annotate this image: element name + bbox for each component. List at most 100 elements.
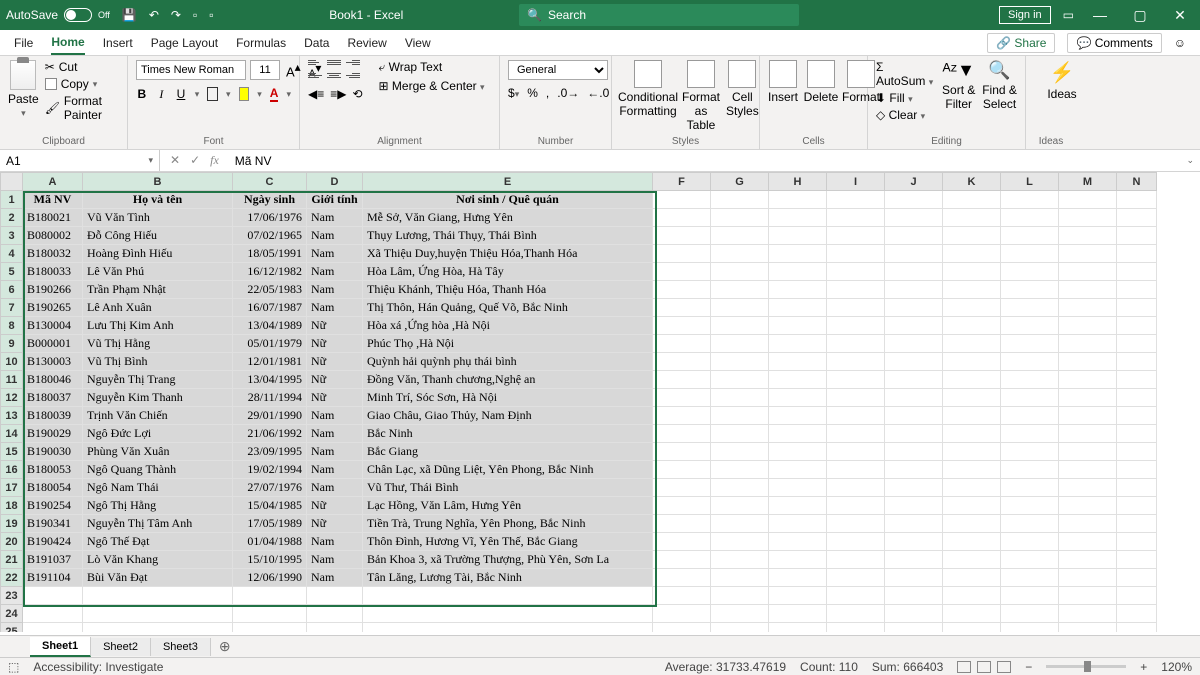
cell[interactable] bbox=[769, 623, 827, 633]
cell[interactable]: 12/01/1981 bbox=[233, 353, 307, 371]
column-header[interactable]: L bbox=[1001, 173, 1059, 191]
decrease-indent-button[interactable]: ◀≡ bbox=[308, 87, 324, 101]
cell[interactable] bbox=[827, 551, 885, 569]
cell[interactable] bbox=[943, 299, 1001, 317]
cell[interactable]: Nữ bbox=[307, 515, 363, 533]
cell[interactable] bbox=[769, 515, 827, 533]
cell[interactable] bbox=[1117, 461, 1157, 479]
cell[interactable] bbox=[653, 551, 711, 569]
cell[interactable]: Nam bbox=[307, 407, 363, 425]
enter-formula-icon[interactable]: ✓ bbox=[190, 153, 200, 168]
cell[interactable]: Lê Văn Phú bbox=[83, 263, 233, 281]
cell[interactable] bbox=[653, 569, 711, 587]
cell[interactable]: Nữ bbox=[307, 497, 363, 515]
cell[interactable] bbox=[653, 209, 711, 227]
cell[interactable] bbox=[769, 245, 827, 263]
cell[interactable] bbox=[653, 587, 711, 605]
cell[interactable] bbox=[711, 263, 769, 281]
name-box[interactable]: A1▾ bbox=[0, 150, 160, 171]
cell[interactable]: B190266 bbox=[23, 281, 83, 299]
cell[interactable]: Tân Lăng, Lương Tài, Bắc Ninh bbox=[363, 569, 653, 587]
wrap-text-button[interactable]: ⤶ Wrap Text bbox=[379, 60, 485, 75]
cell[interactable]: 21/06/1992 bbox=[233, 425, 307, 443]
cell[interactable]: Vũ Thị Hằng bbox=[83, 335, 233, 353]
cell[interactable] bbox=[943, 245, 1001, 263]
cell[interactable] bbox=[1117, 533, 1157, 551]
cell[interactable] bbox=[711, 551, 769, 569]
cell[interactable] bbox=[711, 299, 769, 317]
find-select-button[interactable]: 🔍Find & Select bbox=[982, 60, 1017, 111]
decrease-decimal-button[interactable]: ←.0 bbox=[587, 86, 609, 100]
cell[interactable] bbox=[711, 191, 769, 209]
cell[interactable] bbox=[1059, 479, 1117, 497]
cell[interactable] bbox=[1117, 569, 1157, 587]
cell[interactable]: Nam bbox=[307, 245, 363, 263]
cell[interactable] bbox=[1059, 497, 1117, 515]
cell[interactable] bbox=[1117, 335, 1157, 353]
cell[interactable] bbox=[711, 461, 769, 479]
cell[interactable] bbox=[1117, 497, 1157, 515]
formula-bar[interactable]: Mã NV bbox=[229, 154, 1181, 168]
cell[interactable]: Nữ bbox=[307, 371, 363, 389]
format-painter-button[interactable]: 🖌Format Painter bbox=[45, 94, 119, 122]
column-header[interactable]: K bbox=[943, 173, 1001, 191]
paste-button[interactable]: Paste▾ bbox=[8, 60, 39, 119]
cell[interactable] bbox=[1059, 587, 1117, 605]
cell[interactable] bbox=[769, 587, 827, 605]
percent-button[interactable]: % bbox=[527, 86, 538, 100]
cell[interactable] bbox=[1001, 263, 1059, 281]
cell[interactable]: Hòa xá ,Ứng hòa ,Hà Nội bbox=[363, 317, 653, 335]
cell[interactable]: Lò Văn Khang bbox=[83, 551, 233, 569]
cell[interactable]: Mễ Sở, Văn Giang, Hưng Yên bbox=[363, 209, 653, 227]
cell[interactable] bbox=[1059, 623, 1117, 633]
cell[interactable]: Nguyễn Thị Trang bbox=[83, 371, 233, 389]
redo-icon[interactable]: ↷ bbox=[171, 8, 181, 22]
cell[interactable] bbox=[1117, 317, 1157, 335]
cell[interactable]: Giới tính bbox=[307, 191, 363, 209]
cell[interactable] bbox=[769, 605, 827, 623]
cell[interactable]: Nam bbox=[307, 299, 363, 317]
fill-color-button[interactable] bbox=[239, 87, 250, 101]
cell[interactable] bbox=[769, 353, 827, 371]
save-icon[interactable]: 💾 bbox=[122, 8, 137, 22]
cell[interactable]: B180032 bbox=[23, 245, 83, 263]
cell[interactable] bbox=[653, 227, 711, 245]
cell[interactable] bbox=[769, 551, 827, 569]
cell[interactable] bbox=[711, 245, 769, 263]
orientation-button[interactable]: ⟲ bbox=[352, 87, 362, 101]
zoom-level[interactable]: 120% bbox=[1161, 660, 1192, 674]
cell[interactable] bbox=[653, 425, 711, 443]
comma-button[interactable]: , bbox=[546, 86, 549, 100]
cell[interactable] bbox=[1117, 515, 1157, 533]
cell[interactable] bbox=[1117, 299, 1157, 317]
cell[interactable]: 13/04/1995 bbox=[233, 371, 307, 389]
cell[interactable]: 17/05/1989 bbox=[233, 515, 307, 533]
font-color-button[interactable]: A bbox=[270, 86, 279, 102]
cell[interactable] bbox=[653, 299, 711, 317]
cell[interactable] bbox=[1001, 533, 1059, 551]
cell[interactable]: Nam bbox=[307, 425, 363, 443]
cell[interactable] bbox=[943, 317, 1001, 335]
cell[interactable] bbox=[1001, 551, 1059, 569]
cell[interactable] bbox=[827, 569, 885, 587]
column-header[interactable]: D bbox=[307, 173, 363, 191]
cell[interactable] bbox=[653, 281, 711, 299]
number-format-select[interactable]: General bbox=[508, 60, 608, 80]
cell[interactable]: 28/11/1994 bbox=[233, 389, 307, 407]
cell[interactable]: 13/04/1989 bbox=[233, 317, 307, 335]
cell[interactable] bbox=[943, 605, 1001, 623]
bold-button[interactable]: B bbox=[136, 87, 148, 101]
cell[interactable] bbox=[711, 533, 769, 551]
worksheet-grid[interactable]: ABCDEFGHIJKLMN1Mã NVHọ và tênNgày sinhGi… bbox=[0, 172, 1200, 632]
cell[interactable] bbox=[653, 371, 711, 389]
cell[interactable] bbox=[1001, 605, 1059, 623]
cell[interactable] bbox=[885, 551, 943, 569]
cell[interactable] bbox=[885, 515, 943, 533]
cell[interactable]: Chân Lạc, xã Dũng Liệt, Yên Phong, Bắc N… bbox=[363, 461, 653, 479]
share-button[interactable]: 🔗 Share bbox=[987, 33, 1055, 53]
cell[interactable] bbox=[1059, 191, 1117, 209]
cell[interactable] bbox=[1059, 353, 1117, 371]
sheet-tab[interactable]: Sheet3 bbox=[151, 638, 211, 656]
cell[interactable]: Hòa Lâm, Ứng Hòa, Hà Tây bbox=[363, 263, 653, 281]
cell[interactable]: Nữ bbox=[307, 317, 363, 335]
